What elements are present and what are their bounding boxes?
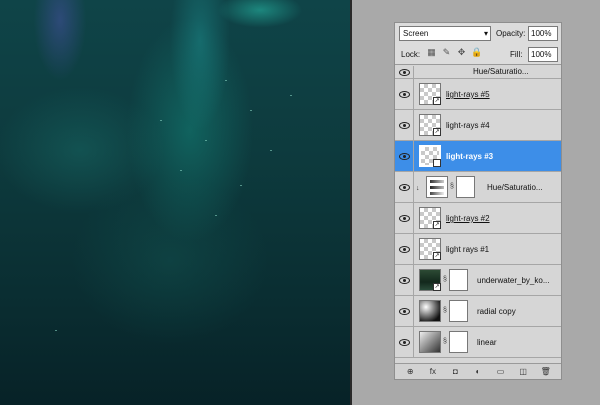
particle [240, 185, 242, 186]
layer-row[interactable]: Hue/Saturatio... [395, 66, 561, 79]
visibility-eye-icon[interactable] [395, 79, 414, 109]
layers-panel-toolbar: ⊕ fx ◘ ◐ ▭ ◫ 🗑 [395, 363, 561, 379]
fill-label: Fill: [510, 50, 523, 59]
chevron-down-icon: ▾ [483, 29, 488, 38]
layers-panel: Screen ▾ Opacity: 100% Lock: ▦ ✎ ✥ 🔒 Fil… [394, 22, 562, 380]
document-canvas[interactable] [0, 0, 352, 405]
new-layer-icon[interactable]: ◫ [516, 367, 530, 376]
blend-mode-value: Screen [403, 29, 429, 38]
layer-name: light-rays #4 [446, 121, 490, 130]
layer-name: underwater_by_ko... [477, 276, 550, 285]
canvas-edge [350, 0, 352, 405]
smart-object-icon: ↗ [433, 221, 441, 229]
visibility-eye-icon[interactable] [395, 234, 414, 264]
lock-all-icon[interactable]: 🔒 [471, 47, 482, 58]
layer-mask-thumbnail [449, 269, 468, 291]
visibility-eye-icon[interactable] [395, 172, 414, 202]
layer-row-selected[interactable]: ↗ light-rays #3 [395, 141, 561, 172]
link-chain-icon[interactable]: § [443, 276, 447, 283]
lock-paint-icon[interactable]: ✎ [441, 47, 452, 58]
layer-row[interactable]: ↗ light rays #1 [395, 234, 561, 265]
layer-name: Hue/Saturatio... [473, 67, 529, 76]
particle [180, 170, 182, 171]
layer-name: linear [477, 338, 497, 347]
smart-object-icon: ↗ [433, 283, 441, 291]
add-mask-icon[interactable]: ◘ [448, 367, 462, 376]
layer-name: light-rays #3 [446, 152, 494, 161]
adjustment-layer-icon[interactable]: ◐ [471, 367, 485, 376]
visibility-eye-icon[interactable] [395, 141, 414, 171]
visibility-eye-icon[interactable] [395, 110, 414, 140]
fill-input[interactable]: 100% [528, 47, 558, 62]
clipping-arrow-icon: ↓ [416, 185, 420, 192]
lock-position-icon[interactable]: ✥ [456, 47, 467, 58]
particle [225, 80, 227, 81]
link-layers-icon[interactable]: ⊕ [403, 367, 417, 376]
layer-row[interactable]: ↗ light-rays #2 [395, 203, 561, 234]
particle [290, 95, 292, 96]
layer-mask-thumbnail [456, 176, 475, 198]
smart-object-icon: ↗ [433, 97, 441, 105]
visibility-eye-icon[interactable] [395, 265, 414, 295]
new-group-icon[interactable]: ▭ [494, 367, 508, 376]
particle [250, 110, 252, 111]
layers-panel-options: Screen ▾ Opacity: 100% Lock: ▦ ✎ ✥ 🔒 Fil… [395, 23, 561, 65]
layer-thumbnail [419, 300, 441, 322]
layer-row[interactable]: ↗ light-rays #5 [395, 79, 561, 110]
visibility-eye-icon[interactable] [395, 327, 414, 357]
layer-row[interactable]: ↓ § Hue/Saturatio... [395, 172, 561, 203]
particle [160, 120, 162, 121]
layer-name: light-rays #2 [446, 214, 490, 223]
layers-list: Hue/Saturatio... ↗ light-rays #5 ↗ light… [395, 66, 561, 364]
lock-transparency-icon[interactable]: ▦ [426, 47, 437, 58]
layer-name: light-rays #5 [446, 90, 490, 99]
particle [205, 140, 207, 141]
layer-row[interactable]: ↗ light-rays #4 [395, 110, 561, 141]
layer-row[interactable]: § radial copy [395, 296, 561, 327]
trash-icon[interactable]: 🗑 [539, 367, 553, 376]
opacity-input[interactable]: 100% [528, 26, 558, 41]
lock-icons: ▦ ✎ ✥ 🔒 [426, 47, 482, 58]
particle [215, 215, 217, 216]
smart-object-icon: ↗ [433, 252, 441, 260]
layer-mask-thumbnail [449, 300, 468, 322]
link-chain-icon[interactable]: § [443, 307, 447, 314]
smart-object-icon: ↗ [433, 159, 441, 167]
particle [270, 150, 272, 151]
fx-icon[interactable]: fx [426, 367, 440, 376]
layer-mask-thumbnail [449, 331, 468, 353]
visibility-eye-icon[interactable] [395, 203, 414, 233]
visibility-eye-icon[interactable] [395, 296, 414, 326]
layer-thumbnail [419, 331, 441, 353]
lock-label: Lock: [401, 50, 421, 59]
adjustment-thumbnail [426, 176, 448, 198]
particle [55, 330, 57, 331]
smart-object-icon: ↗ [433, 128, 441, 136]
blend-mode-select[interactable]: Screen ▾ [399, 26, 491, 41]
link-chain-icon[interactable]: § [450, 183, 454, 190]
layer-name: radial copy [477, 307, 516, 316]
layer-row[interactable]: ↗ § underwater_by_ko... [395, 265, 561, 296]
layer-name: Hue/Saturatio... [487, 183, 543, 192]
opacity-label: Opacity: [496, 29, 526, 38]
link-chain-icon[interactable]: § [443, 338, 447, 345]
layer-name: light rays #1 [446, 245, 490, 254]
layer-row[interactable]: § linear [395, 327, 561, 358]
visibility-eye-icon[interactable] [395, 66, 414, 78]
